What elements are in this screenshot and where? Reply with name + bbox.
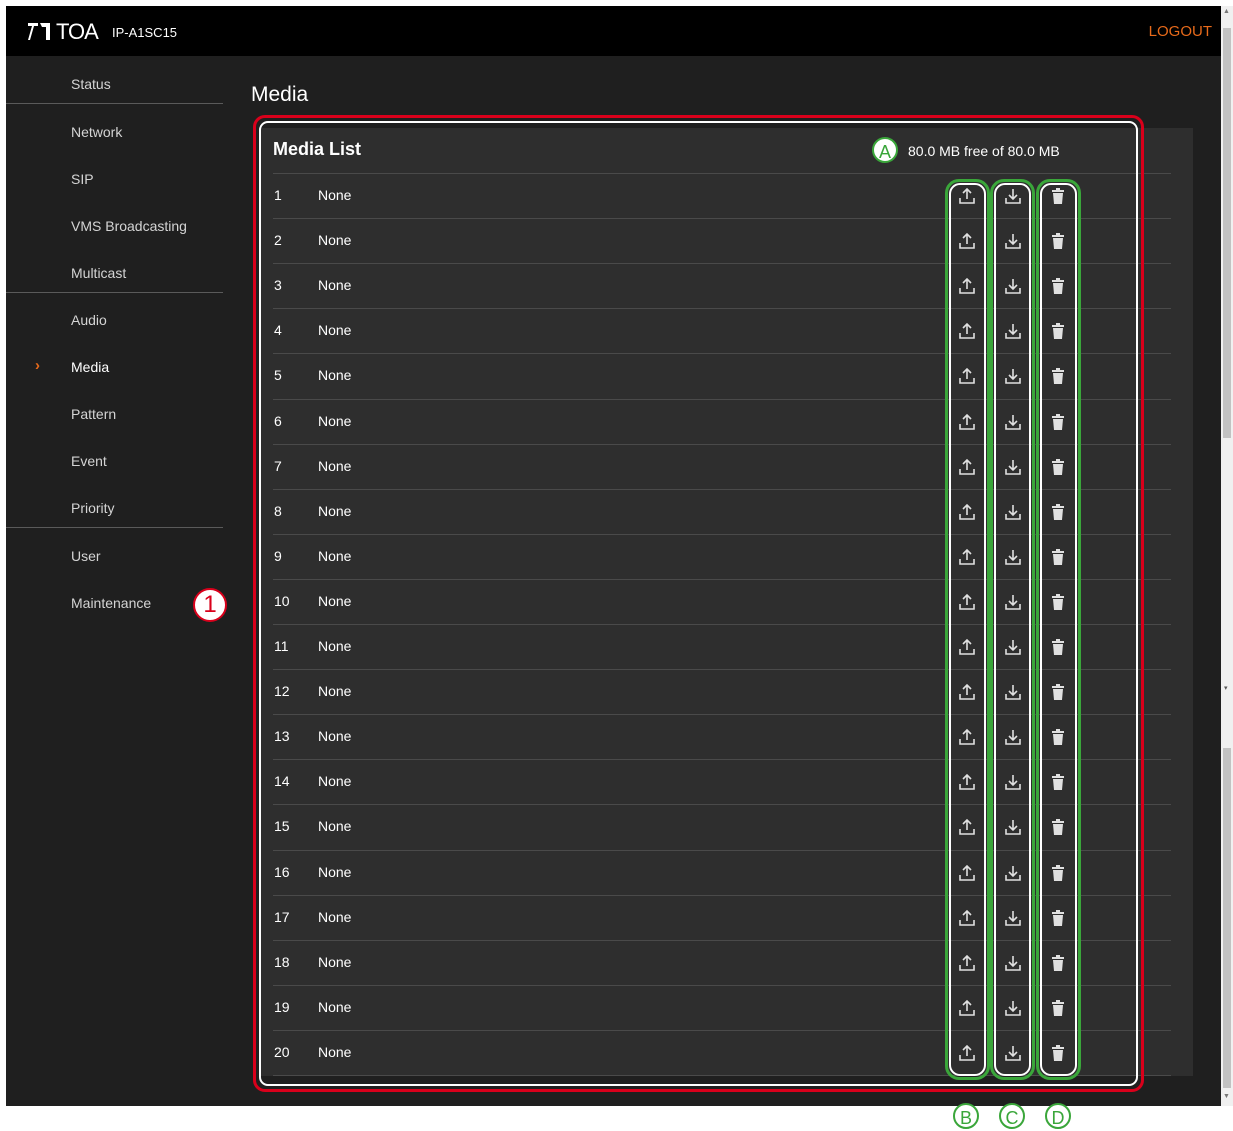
sidebar-item-label: VMS Broadcasting	[71, 218, 187, 234]
sidebar-item-priority[interactable]: Priority	[6, 494, 223, 524]
toa-logo-icon	[28, 23, 50, 40]
scroll-marker-icon: ▾	[1224, 685, 1228, 692]
annotation-marker-1: 1	[193, 588, 227, 622]
sidebar-item-status[interactable]: Status	[6, 70, 223, 100]
sidebar-divider	[6, 292, 223, 293]
sidebar-item-label: Priority	[71, 500, 115, 516]
sidebar-item-label: User	[71, 548, 101, 564]
sidebar-item-label: Status	[71, 76, 111, 92]
sidebar-item-label: SIP	[71, 171, 94, 187]
sidebar-divider	[6, 103, 223, 104]
annotation-column-b-inner	[949, 183, 986, 1076]
sidebar-item-label: Maintenance	[71, 595, 152, 611]
annotation-marker-c: C	[999, 1103, 1025, 1129]
sidebar-item-label: Network	[71, 124, 123, 140]
sidebar-item-label: Event	[71, 453, 107, 469]
sidebar-item-event[interactable]: Event	[6, 447, 223, 477]
sidebar-item-pattern[interactable]: Pattern	[6, 400, 223, 430]
sidebar-item-network[interactable]: Network	[6, 118, 223, 148]
sidebar-divider	[6, 527, 223, 528]
sidebar-item-label: Media	[71, 359, 110, 375]
top-bar: TOA IP-A1SC15 LOGOUT	[6, 6, 1221, 56]
annotation-marker-b: B	[953, 1103, 979, 1129]
sidebar-item-user[interactable]: User	[6, 542, 223, 572]
scrollbar-thumb-lower[interactable]	[1223, 748, 1231, 1088]
model-name: IP-A1SC15	[112, 25, 178, 40]
sidebar-item-multicast[interactable]: Multicast	[6, 259, 223, 289]
scroll-up-arrow-icon[interactable]: ▲	[1223, 8, 1230, 15]
sidebar-item-vms-broadcasting[interactable]: VMS Broadcasting	[6, 212, 223, 242]
brand-logo-text: TOA	[56, 19, 99, 44]
sidebar-item-sip[interactable]: SIP	[6, 165, 223, 195]
annotation-marker-a: A	[872, 137, 898, 163]
sidebar-item-label: Audio	[71, 312, 107, 328]
scroll-down-arrow-icon[interactable]: ▼	[1223, 1093, 1230, 1100]
annotation-column-c-inner	[994, 183, 1031, 1076]
scrollbar-thumb[interactable]	[1223, 28, 1231, 438]
sidebar-item-media[interactable]: › Media	[6, 353, 223, 383]
page-title: Media	[251, 83, 309, 106]
sidebar-item-label: Multicast	[71, 265, 127, 281]
annotation-marker-d: D	[1045, 1103, 1071, 1129]
chevron-right-icon: ›	[35, 357, 40, 374]
sidebar-item-label: Pattern	[71, 406, 117, 422]
logout-link[interactable]: LOGOUT	[1149, 23, 1212, 40]
sidebar-item-audio[interactable]: Audio	[6, 306, 223, 336]
sidebar-item-maintenance[interactable]: Maintenance	[6, 589, 223, 619]
annotation-column-d-inner	[1040, 183, 1077, 1076]
